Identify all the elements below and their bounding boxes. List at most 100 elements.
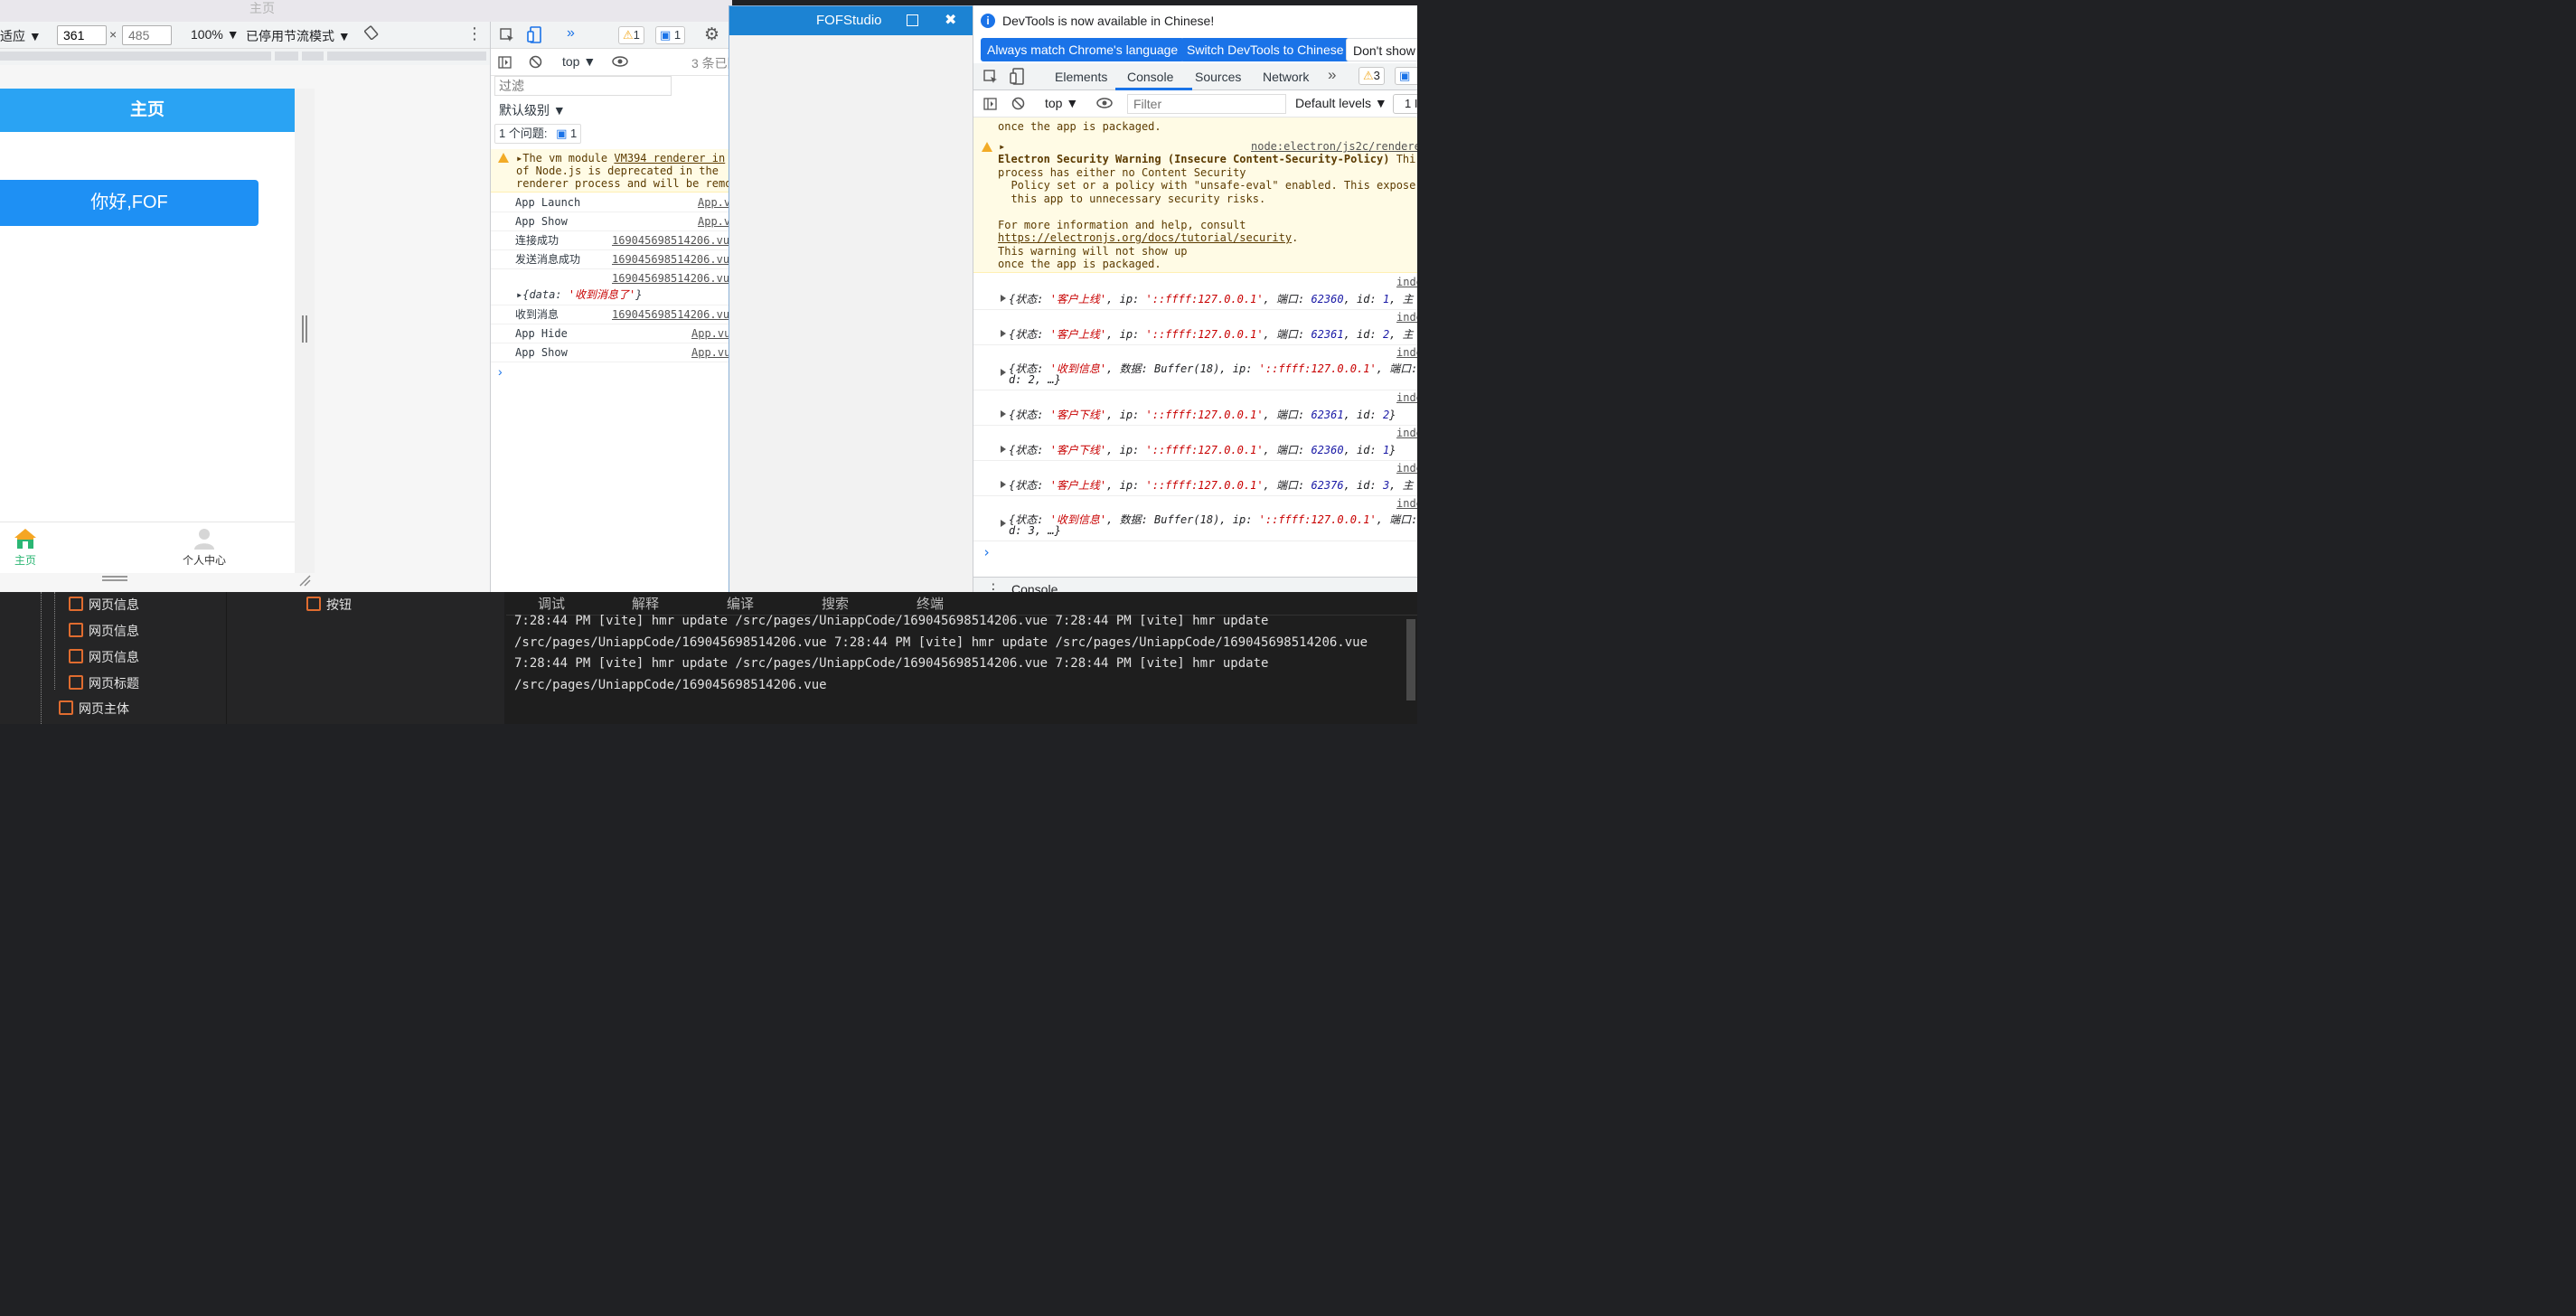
log-source-link[interactable]: 169045698514206.vu [612,231,729,249]
sidebar-toggle-icon[interactable] [983,98,997,110]
always-match-language-button[interactable]: Always match Chrome's language [981,38,1185,61]
tree-item[interactable]: 网页信息 [69,648,139,666]
object-preview[interactable]: {状态: '客户下线', ip: '::ffff:127.0.0.1', 端口:… [1009,407,1396,422]
console-prompt-icon[interactable]: › [498,364,503,379]
right-resize-handle[interactable] [302,315,307,343]
clear-console-icon[interactable] [1011,97,1025,110]
tab-elements[interactable]: Elements [1055,70,1107,84]
tab-debug[interactable]: 调试 [538,594,565,613]
object-source-link[interactable]: inde [1396,346,1417,359]
tab-network[interactable]: Network [1263,70,1309,84]
media-bar-segment[interactable] [327,52,486,61]
security-docs-link[interactable]: https://electronjs.org/docs/tutorial/sec… [998,231,1292,244]
settings-gear-icon[interactable]: ⚙ [704,24,719,45]
clear-console-icon[interactable] [529,55,542,69]
height-input[interactable] [122,25,172,45]
warning-badge[interactable]: ⚠3 [1359,67,1385,85]
expand-arrow-icon[interactable] [1001,410,1006,418]
sidebar-toggle-icon[interactable] [498,56,512,69]
tab-profile[interactable]: 个人中心 [168,528,240,568]
filter-input[interactable] [494,76,672,96]
object-source-link[interactable]: inde [1396,462,1417,475]
log-source-link[interactable]: 169045698514206.vu [612,269,729,287]
object-source-link[interactable]: inde [1396,427,1417,439]
tree-item[interactable]: 网页信息 [69,596,139,614]
hello-button[interactable]: 你好,FOF [0,180,259,226]
issues-button[interactable]: 1 个问题: ▣ 1 [494,124,582,144]
levels-dropdown[interactable]: 默认级别 ▼ [499,101,566,119]
object-preview[interactable]: {状态: '客户上线', ip: '::ffff:127.0.0.1', 端口:… [1009,326,1414,342]
rotate-icon[interactable] [363,25,379,42]
expand-arrow-icon[interactable] [1001,446,1006,453]
tab-compile[interactable]: 编译 [727,594,754,613]
more-tabs-icon[interactable]: » [1328,66,1336,84]
more-tabs-icon[interactable]: » [567,25,575,42]
tree-item[interactable]: 网页标题 [69,674,139,692]
message-badge[interactable]: ▣ 1 [655,26,686,44]
log-source-link[interactable]: App.vu [698,193,732,212]
inspect-icon[interactable] [500,28,514,42]
media-bar-segment[interactable] [0,52,271,61]
object-preview[interactable]: {状态: '客户下线', ip: '::ffff:127.0.0.1', 端口:… [1009,442,1396,457]
tab-console[interactable]: Console [1127,70,1173,84]
warning-badge[interactable]: ⚠1 [618,26,644,44]
device-toggle-icon[interactable] [1010,68,1026,86]
log-source-link[interactable]: 169045698514206.vu [612,250,729,268]
object-source-link[interactable]: inde [1396,391,1417,404]
tab-search[interactable]: 搜索 [822,594,849,613]
issues-badge[interactable]: 1 I [1393,94,1417,114]
log-source-link[interactable]: App.vu [691,343,730,362]
eye-icon[interactable] [612,56,628,67]
object-source-link[interactable]: inde [1396,276,1417,288]
throttle-dropdown[interactable]: 已停用节流模式 ▼ [246,27,351,45]
log-source-link[interactable]: App.vu [691,324,730,343]
tree-item[interactable]: 按钮 [306,596,352,614]
expand-arrow-icon[interactable]: ▸ [999,140,1005,153]
maximize-icon[interactable] [907,14,918,26]
context-dropdown[interactable]: top ▼ [562,54,596,69]
object-source-link[interactable]: inde [1396,497,1417,510]
console-prompt-icon[interactable]: › [982,544,991,560]
message-badge[interactable]: ▣ [1395,67,1417,85]
switch-to-chinese-button[interactable]: Switch DevTools to Chinese [1180,38,1350,61]
inspect-icon[interactable] [983,70,998,84]
object-preview[interactable]: {状态: '客户上线', ip: '::ffff:127.0.0.1', 端口:… [1009,477,1414,493]
zoom-dropdown[interactable]: 100% ▼ [191,27,240,42]
object-preview[interactable]: {状态: '收到信息', 数据: Buffer(18), ip: '::ffff… [1009,512,1417,527]
dont-show-button[interactable]: Don't show [1346,38,1417,61]
tree-item[interactable]: 网页主体 [59,700,129,718]
dimensions-dropdown[interactable]: 自适应 ▼ [0,27,42,45]
expand-arrow-icon[interactable] [1001,330,1006,337]
tab-terminal[interactable]: 终端 [917,594,944,613]
device-toggle-icon[interactable] [527,26,543,44]
log-source-link[interactable]: 169045698514206.vu [612,306,729,324]
expand-arrow-icon[interactable] [1001,295,1006,302]
object-preview[interactable]: {状态: '收到信息', 数据: Buffer(18), ip: '::ffff… [1009,361,1417,376]
tab-interpret[interactable]: 解释 [632,594,659,613]
expand-arrow-icon[interactable] [1001,369,1006,376]
log-source-link[interactable]: App.vu [698,212,732,230]
bottom-resize-handle[interactable] [102,576,127,581]
expand-arrow-icon[interactable] [1001,481,1006,488]
expand-arrow-icon[interactable] [1001,520,1006,527]
levels-dropdown[interactable]: Default levels ▼ [1295,96,1387,110]
tree-item[interactable]: 网页信息 [69,622,139,640]
object-source-link[interactable]: inde [1396,311,1417,324]
tab-home[interactable]: 主页 [0,528,61,568]
tab-sources[interactable]: Sources [1195,70,1241,84]
context-dropdown[interactable]: top ▼ [1045,96,1078,110]
infobar-message: DevTools is now available in Chinese! [1002,14,1215,28]
terminal-scrollbar[interactable] [1406,619,1415,700]
corner-resize-icon[interactable] [298,574,311,587]
filter-input[interactable] [1127,94,1286,114]
object-preview[interactable]: {状态: '客户上线', ip: '::ffff:127.0.0.1', 端口:… [1009,291,1414,306]
media-bar-segment[interactable] [302,52,324,61]
close-icon[interactable]: ✖ [945,6,956,35]
data-object[interactable]: ▸{data: '收到消息了'} [516,286,643,304]
width-input[interactable] [57,25,107,45]
more-options-icon[interactable]: ⋮ [466,24,483,43]
warning-source-link[interactable]: node:electron/js2c/rendere [1251,140,1417,153]
media-bar-segment[interactable] [275,52,298,61]
eye-icon[interactable] [1096,98,1113,108]
log-message: App Show [515,346,568,359]
